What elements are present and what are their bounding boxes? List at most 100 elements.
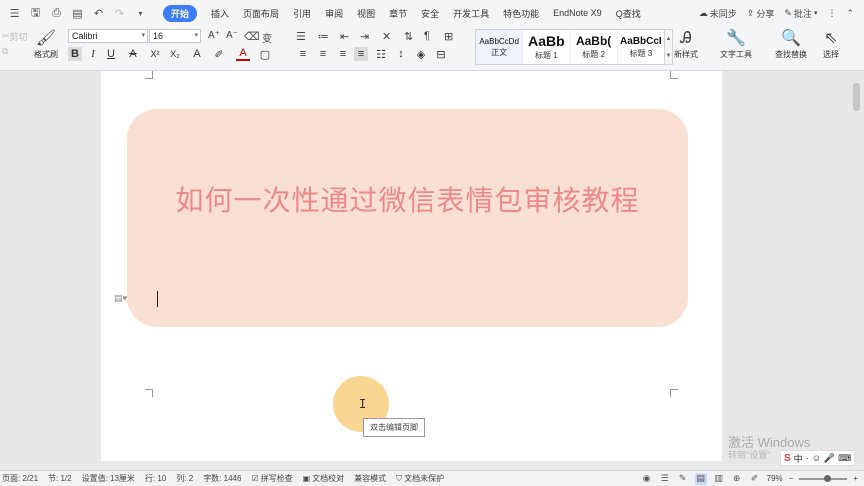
cut-button[interactable]: ✂ 剪切 xyxy=(2,30,28,43)
chevron-down-icon[interactable]: ▼ xyxy=(666,53,672,59)
page-indicator[interactable]: 页面: 2/21 xyxy=(2,473,38,484)
search-tab[interactable]: Q查找 xyxy=(616,7,641,20)
document-page[interactable]: 如何一次性通过微信表情包审核教程 ▤▾ I 双击编辑页脚 xyxy=(101,71,722,461)
vertical-scrollbar[interactable] xyxy=(849,71,864,464)
share-button[interactable]: ⇪ 分享 xyxy=(747,7,775,20)
margin-corner-mark xyxy=(670,389,678,397)
clear-format-icon[interactable]: ⌫ xyxy=(244,30,260,43)
align-left-icon[interactable]: ≡ xyxy=(296,47,310,61)
font-name-select[interactable]: Calibri ▾ xyxy=(68,29,148,43)
tab-view[interactable]: 视图 xyxy=(357,7,375,20)
italic-button[interactable]: I xyxy=(86,47,100,61)
tab-endnote[interactable]: EndNote X9 xyxy=(553,8,602,18)
page-view-icon[interactable]: ▤ xyxy=(694,472,707,485)
underline-button[interactable]: U xyxy=(104,47,118,61)
style-heading-1[interactable]: AaBb 标题 1 xyxy=(523,30,571,64)
print-preview-icon[interactable]: ⎙ xyxy=(50,7,63,20)
pinyin-guide-icon[interactable]: 变 xyxy=(262,30,272,45)
zoom-slider[interactable] xyxy=(799,474,848,482)
select-button[interactable]: ⇖ 选择 xyxy=(823,29,839,60)
line-spacing-icon[interactable]: ↕ xyxy=(394,47,408,61)
zoom-in-button[interactable]: + xyxy=(853,474,858,483)
word-count[interactable]: 字数: 1446 xyxy=(203,473,241,484)
title-banner[interactable]: 如何一次性通过微信表情包审核教程 xyxy=(127,109,688,327)
subscript-button[interactable]: X₂ xyxy=(168,47,182,61)
shrink-font-icon[interactable]: A⁻ xyxy=(226,30,238,41)
banner-title[interactable]: 如何一次性通过微信表情包审核教程 xyxy=(127,179,688,219)
scrollbar-thumb[interactable] xyxy=(853,83,860,111)
tab-references[interactable]: 引用 xyxy=(293,7,311,20)
paragraph-layout-icon[interactable]: ▤▾ xyxy=(114,293,127,304)
chevron-up-icon[interactable]: ▲ xyxy=(666,36,672,42)
new-style-button[interactable]: Ꭿ 新样式 xyxy=(674,29,698,60)
table-borders-icon[interactable]: ⊟ xyxy=(434,47,448,61)
tab-security[interactable]: 安全 xyxy=(421,7,439,20)
protection-button[interactable]: ⛉ 文档未保护 xyxy=(396,473,444,484)
shading-icon[interactable]: ◈ xyxy=(414,47,428,61)
bullet-list-icon[interactable]: ☰ xyxy=(296,30,306,43)
print-icon[interactable]: ▤ xyxy=(71,7,84,20)
copy-button[interactable]: ⧉ xyxy=(2,46,8,57)
style-scroll[interactable]: ▲ ▼ xyxy=(665,29,673,65)
reading-view-icon[interactable]: ▥ xyxy=(713,473,725,485)
justify-icon[interactable]: ≡ xyxy=(354,47,368,61)
edit-view-icon[interactable]: ✎ xyxy=(677,473,689,485)
punctuation-icon: · xyxy=(805,453,809,463)
redo-icon[interactable]: ↷ xyxy=(113,7,126,20)
highlight-icon[interactable]: ✐ xyxy=(212,47,226,61)
distributed-align-icon[interactable]: ☷ xyxy=(374,47,388,61)
sort-icon[interactable]: ⇅ xyxy=(404,30,413,43)
text-effect-icon[interactable]: A xyxy=(190,47,204,61)
eye-protection-icon[interactable]: ◉ xyxy=(641,473,653,485)
superscript-button[interactable]: X² xyxy=(148,47,162,61)
setting-value[interactable]: 设置值: 13厘米 xyxy=(82,473,135,484)
sync-status[interactable]: ☁ 未同步 xyxy=(699,7,737,20)
more-options-icon[interactable]: ⋮ xyxy=(827,8,836,19)
tab-home[interactable]: 开始 xyxy=(163,4,198,22)
tab-insert[interactable]: 插入 xyxy=(211,7,229,20)
numbered-list-icon[interactable]: ≔ xyxy=(318,30,329,43)
web-view-icon[interactable]: ⊕ xyxy=(731,473,743,485)
outline-view-icon[interactable]: ☰ xyxy=(659,473,671,485)
align-right-icon[interactable]: ≡ xyxy=(336,47,350,61)
strikethrough-button[interactable]: A xyxy=(126,47,140,61)
bold-button[interactable]: B xyxy=(68,47,82,61)
tab-developer[interactable]: 开发工具 xyxy=(453,7,489,20)
grow-font-icon[interactable]: A⁺ xyxy=(208,30,220,41)
find-replace-button[interactable]: 🔍 查找替换 xyxy=(775,29,807,60)
char-border-icon[interactable]: ▢ xyxy=(258,47,272,61)
tab-page-layout[interactable]: 页面布局 xyxy=(243,7,279,20)
tab-section[interactable]: 章节 xyxy=(389,7,407,20)
tab-review[interactable]: 审阅 xyxy=(325,7,343,20)
text-tools-button[interactable]: 🔧 文字工具 xyxy=(720,29,752,60)
document-area: 如何一次性通过微信表情包审核教程 ▤▾ I 双击编辑页脚 xyxy=(0,71,864,464)
style-heading-3[interactable]: AaBbCcI 标题 3 xyxy=(618,30,664,64)
collapse-ribbon-icon[interactable]: ⌃ xyxy=(846,8,854,19)
format-painter-button[interactable]: 🖌 格式刷 xyxy=(34,29,58,60)
comment-button[interactable]: ✎ 批注 ▾ xyxy=(784,7,817,20)
zoom-slider-knob[interactable] xyxy=(824,474,832,482)
activation-watermark-sub: 转到"设置" xyxy=(728,450,771,460)
undo-icon[interactable]: ↶ xyxy=(92,7,105,20)
align-center-icon[interactable]: ≡ xyxy=(316,47,330,61)
zoom-out-button[interactable]: − xyxy=(789,474,794,483)
increase-indent-icon[interactable]: ⇥ xyxy=(360,30,369,43)
borders-icon[interactable]: ⊞ xyxy=(444,30,453,43)
style-heading-2[interactable]: AaBb( 标题 2 xyxy=(571,30,618,64)
spellcheck-button[interactable]: ☑ 拼写检查 xyxy=(251,473,292,484)
file-icon[interactable]: ☰ xyxy=(8,7,21,20)
font-size-select[interactable]: 16 ▾ xyxy=(149,29,201,43)
font-color-icon[interactable]: A xyxy=(236,47,250,61)
show-marks-icon[interactable]: ¶ xyxy=(424,30,430,42)
section-indicator[interactable]: 节: 1/2 xyxy=(48,473,72,484)
save-icon[interactable]: 🖫 xyxy=(29,7,42,20)
decrease-indent-icon[interactable]: ⇤ xyxy=(340,30,349,43)
tab-special-features[interactable]: 特色功能 xyxy=(503,7,539,20)
dropdown-icon[interactable]: ▾ xyxy=(134,7,147,20)
ime-toolbar[interactable]: S 中 · ☺ 🎤 ⌨ xyxy=(780,450,856,466)
zoom-percent[interactable]: 79% xyxy=(767,474,783,483)
doc-proof-button[interactable]: ▣ 文档校对 xyxy=(303,473,345,484)
chinese-layout-icon[interactable]: ✕ xyxy=(382,30,391,43)
style-normal[interactable]: AaBbCcDd 正文 xyxy=(476,30,524,64)
write-view-icon[interactable]: ✐ xyxy=(749,473,761,485)
